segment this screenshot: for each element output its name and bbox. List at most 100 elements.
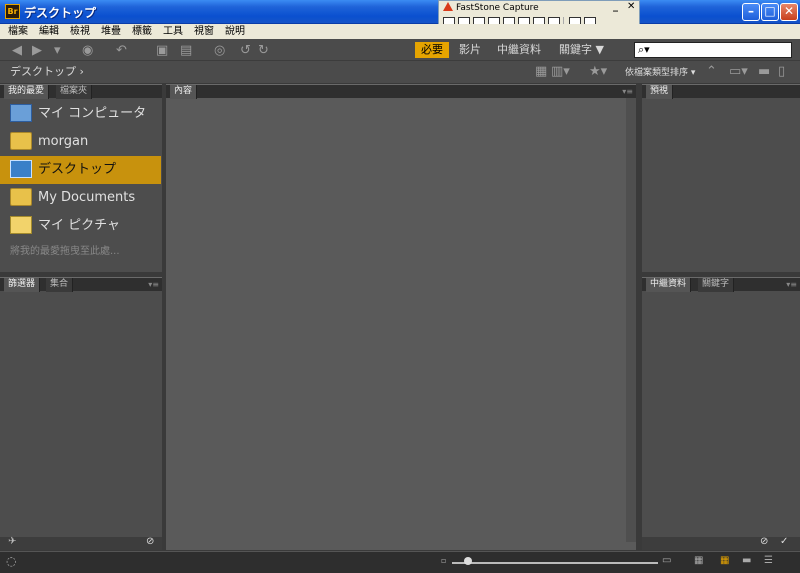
quality-toggle-icon[interactable]: ▦ xyxy=(535,64,547,79)
preview-panel: 預視 xyxy=(642,84,800,272)
content-panel-tabs: 內容 ▾≡ xyxy=(166,84,636,99)
tab-keywords[interactable]: 關鍵字 xyxy=(698,278,735,292)
view-thumbnail-icon[interactable]: ▦ xyxy=(720,555,729,566)
metadata-panel-footer: ⊘ ✓ xyxy=(642,536,800,550)
tab-preview[interactable]: 預視 xyxy=(646,85,674,99)
menu-edit[interactable]: 編輯 xyxy=(39,24,59,39)
breadcrumb[interactable]: デスクトップ › xyxy=(10,64,84,80)
menu-stack[interactable]: 堆疊 xyxy=(101,24,121,39)
thumbnail-slider-thumb[interactable] xyxy=(464,557,472,565)
favorite-label: マイ ピクチャ xyxy=(38,218,121,233)
bridge-app-icon: Br xyxy=(5,4,20,19)
window-title: デスクトップ xyxy=(24,6,97,20)
left-splitter[interactable] xyxy=(162,84,166,550)
favorite-label: morgan xyxy=(38,134,89,149)
rotate-right-icon[interactable]: ↻ xyxy=(258,43,269,58)
apply-check-icon[interactable]: ✓ xyxy=(780,536,788,547)
return-to-app-icon[interactable]: ↶ xyxy=(116,43,127,58)
workspace-essentials[interactable]: 必要 xyxy=(415,42,449,58)
forward-arrow-icon[interactable]: ▶ xyxy=(32,43,42,58)
menu-tools[interactable]: 工具 xyxy=(163,24,183,39)
favorites-panel-tabs: 我的最愛 檔案夾 xyxy=(0,84,162,99)
get-photos-camera-icon[interactable]: ▣ xyxy=(156,43,168,58)
menu-window[interactable]: 視窗 xyxy=(194,24,214,39)
new-folder-icon[interactable]: ▬ xyxy=(758,64,770,79)
filter-panel: 篩選器 集合 ▾≡ xyxy=(0,277,162,537)
path-bar: デスクトップ › ▦ ▥▾ ★▾ 依檔案類型排序 ▾ ⌃ ▭▾ ▬ ▯ xyxy=(0,61,800,83)
folder-icon xyxy=(10,132,32,150)
clear-filter-icon[interactable]: ⊘ xyxy=(146,536,154,547)
faststone-minimize-button[interactable]: _ xyxy=(613,1,618,12)
rotate-left-icon[interactable]: ↺ xyxy=(240,43,251,58)
main-toolbar: ◀ ▶ ▾ ◉ ↶ ▣ ▤ ◎ ↺ ↻ 必要 影片 中繼資料 關鍵字 ▼ ⌕▾ xyxy=(0,39,800,61)
open-camera-raw-icon[interactable]: ◎ xyxy=(214,43,225,58)
favorite-item-desktop[interactable]: デスクトップ xyxy=(0,156,161,184)
trash-icon[interactable]: ▯ xyxy=(778,64,785,79)
favorite-label: マイ コンピュータ xyxy=(38,106,147,121)
lock-grid-icon[interactable]: ▦ xyxy=(694,555,703,566)
tab-metadata[interactable]: 中繼資料 xyxy=(646,278,692,292)
back-arrow-icon[interactable]: ◀ xyxy=(12,43,22,58)
sort-dropdown[interactable]: 依檔案類型排序 ▾ xyxy=(625,65,695,78)
workspace-metadata[interactable]: 中繼資料 xyxy=(497,42,541,58)
tab-favorites[interactable]: 我的最愛 xyxy=(4,85,50,99)
tab-filter[interactable]: 篩選器 xyxy=(4,278,41,292)
view-list-icon[interactable]: ☰ xyxy=(764,555,773,566)
computer-icon xyxy=(10,104,32,122)
favorite-item-my-pictures[interactable]: マイ ピクチャ xyxy=(0,212,161,240)
panel-menu-icon[interactable]: ▾≡ xyxy=(786,278,797,291)
menu-label[interactable]: 標籤 xyxy=(132,24,152,39)
search-icon: ⌕▾ xyxy=(638,43,650,56)
favorite-label: デスクトップ xyxy=(38,162,117,177)
panel-menu-icon[interactable]: ▾≡ xyxy=(148,278,159,291)
busy-spinner-icon: ◌ xyxy=(6,554,17,568)
metadata-panel: 中繼資料 關鍵字 ▾≡ xyxy=(642,277,800,537)
right-splitter[interactable] xyxy=(636,84,642,550)
workspace-keywords[interactable]: 關鍵字 ▼ xyxy=(559,42,604,58)
favorite-item-morgan[interactable]: morgan xyxy=(0,128,161,156)
thumbnail-small-icon[interactable]: ▫ xyxy=(441,556,446,565)
workspace-filmstrip[interactable]: 影片 xyxy=(459,42,481,58)
minimize-button[interactable]: – xyxy=(742,3,760,21)
favorites-list: マイ コンピュータ morgan デスクトップ My Documents マイ … xyxy=(0,100,161,240)
close-button[interactable]: ✕ xyxy=(780,3,798,21)
cancel-icon[interactable]: ⊘ xyxy=(760,536,768,547)
star-filter-icon[interactable]: ★▾ xyxy=(589,64,607,79)
status-bar: ◌ ▫ ▭ ▦ ▦ ▬ ☰ xyxy=(0,551,800,573)
faststone-close-button[interactable]: ✕ xyxy=(627,1,635,12)
favorite-item-my-documents[interactable]: My Documents xyxy=(0,184,161,212)
maximize-button[interactable]: □ xyxy=(761,3,779,21)
favorites-panel: 我的最愛 檔案夾 マイ コンピュータ morgan デスクトップ My Docu… xyxy=(0,84,162,272)
content-scrollbar[interactable] xyxy=(626,98,636,542)
favorite-label: My Documents xyxy=(38,190,136,205)
view-options-icon[interactable]: ▥▾ xyxy=(551,64,570,79)
menu-view[interactable]: 檢視 xyxy=(70,24,90,39)
desktop-icon xyxy=(10,160,32,178)
pin-icon[interactable]: ✈ xyxy=(8,536,16,547)
faststone-logo-icon xyxy=(443,2,453,11)
menu-bar: 檔案 編輯 檢視 堆疊 標籤 工具 視窗 說明 xyxy=(0,24,800,39)
title-bar[interactable]: Br デスクトップ – □ ✕ xyxy=(0,0,800,24)
left-horizontal-splitter[interactable] xyxy=(0,272,162,277)
tab-collections[interactable]: 集合 xyxy=(46,278,74,292)
favorites-hint: 將我的最愛拖曳至此處... xyxy=(10,246,120,257)
pictures-icon xyxy=(10,216,32,234)
search-input[interactable]: ⌕▾ xyxy=(634,42,792,58)
view-details-icon[interactable]: ▬ xyxy=(742,555,751,566)
tab-content[interactable]: 內容 xyxy=(170,85,198,99)
right-horizontal-splitter[interactable] xyxy=(642,272,800,277)
sort-ascending-icon[interactable]: ⌃ xyxy=(706,64,717,79)
favorite-item-my-computer[interactable]: マイ コンピュータ xyxy=(0,100,161,128)
thumbnail-large-icon[interactable]: ▭ xyxy=(662,555,671,566)
panel-menu-icon[interactable]: ▾≡ xyxy=(622,85,633,98)
thumbnail-size-slider[interactable] xyxy=(452,562,658,564)
menu-file[interactable]: 檔案 xyxy=(8,24,28,39)
history-dropdown-icon[interactable]: ▾ xyxy=(54,43,61,58)
filter-panel-footer: ✈ ⊘ xyxy=(0,536,162,550)
open-recent-folder-icon[interactable]: ▭▾ xyxy=(729,64,748,79)
tab-folders[interactable]: 檔案夾 xyxy=(56,85,93,99)
menu-help[interactable]: 說明 xyxy=(225,24,245,39)
content-panel[interactable]: 內容 ▾≡ xyxy=(166,84,636,550)
reveal-recent-icon[interactable]: ◉ xyxy=(82,43,93,58)
refine-icon[interactable]: ▤ xyxy=(180,43,192,58)
